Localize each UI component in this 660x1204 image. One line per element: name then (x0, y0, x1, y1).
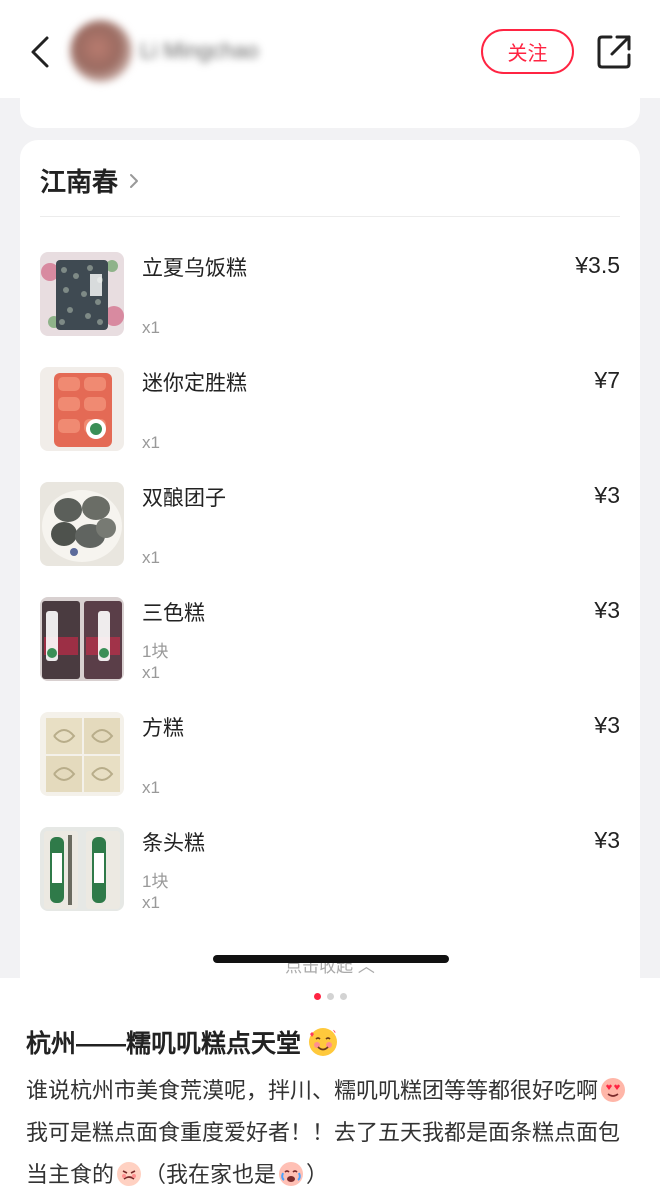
item-name: 方糕 (142, 717, 184, 740)
previous-card-bottom (20, 98, 640, 128)
item-quantity: x1 (142, 663, 160, 682)
post-body-text: 谁说杭州市美食荒漠呢，拌川、糯叽叽糕团等等都很好吃啊 (26, 1078, 599, 1103)
item-name: 条头糕 (142, 832, 205, 855)
list-item[interactable]: 三色糕 ¥3 1块 x1 (40, 597, 620, 687)
follow-button[interactable]: 关注 (481, 29, 574, 74)
item-quantity: x1 (142, 893, 160, 912)
heart-eyes-icon (601, 1078, 626, 1102)
item-spec: 1块 (142, 872, 169, 891)
product-thumbnail (40, 252, 124, 336)
divider (40, 216, 620, 217)
item-price: ¥3 (594, 827, 620, 853)
product-thumbnail (40, 367, 124, 451)
home-indicator[interactable] (213, 955, 449, 963)
list-item[interactable]: 方糕 ¥3 x1 (40, 712, 620, 802)
crying-face-icon (117, 1162, 142, 1186)
store-name: 江南春 (40, 166, 119, 197)
item-price: ¥3.5 (575, 252, 620, 278)
item-name: 双酿团子 (142, 487, 226, 510)
list-item[interactable]: 立夏乌饭糕 ¥3.5 x1 (40, 252, 620, 342)
store-order-card: 江南春 立夏乌饭糕 ¥3.5 x1 迷你定胜糕 ¥7 x1 双酿团子 ¥3 x1… (20, 140, 640, 1000)
product-thumbnail (40, 827, 124, 911)
item-quantity: x1 (142, 433, 160, 452)
item-price: ¥7 (594, 367, 620, 393)
carousel-dot (339, 993, 347, 1000)
post-title: 杭州——糯叽叽糕点天堂 (26, 1024, 341, 1060)
store-link[interactable]: 江南春 (40, 162, 140, 198)
item-spec: 1块 (142, 642, 169, 661)
product-thumbnail (40, 482, 124, 566)
item-name: 三色糕 (142, 602, 205, 625)
post-title-text: 杭州——糯叽叽糕点天堂 (26, 1030, 302, 1058)
carousel-dot (326, 993, 334, 1000)
back-button[interactable] (22, 30, 58, 74)
carousel-dot-active (313, 993, 321, 1000)
product-thumbnail (40, 712, 124, 796)
username[interactable]: Li Mingchao (140, 38, 290, 66)
item-quantity: x1 (142, 318, 160, 337)
chevron-right-icon (130, 174, 139, 188)
product-thumbnail (40, 597, 124, 681)
smiling-face-with-hearts-icon (309, 1028, 338, 1056)
share-button[interactable] (594, 32, 634, 72)
item-name: 立夏乌饭糕 (142, 257, 247, 280)
item-price: ¥3 (594, 597, 620, 623)
list-item[interactable]: 双酿团子 ¥3 x1 (40, 482, 620, 572)
share-icon (597, 35, 631, 69)
list-item[interactable]: 条头糕 ¥3 1块 x1 (40, 827, 620, 917)
back-arrow-icon (31, 36, 49, 68)
item-quantity: x1 (142, 778, 160, 797)
list-item[interactable]: 迷你定胜糕 ¥7 x1 (40, 367, 620, 457)
carousel-indicator (0, 993, 660, 1000)
post-content: 杭州——糯叽叽糕点天堂 谁说杭州市美食荒漠呢，拌川、糯叽叽糕团等等都很好吃啊 我… (0, 978, 660, 1204)
item-name: 迷你定胜糕 (142, 372, 247, 395)
post-body-text: （我在家也是 (144, 1162, 277, 1187)
item-price: ¥3 (594, 712, 620, 738)
item-price: ¥3 (594, 482, 620, 508)
avatar[interactable] (70, 20, 132, 82)
tears-face-icon (279, 1162, 304, 1186)
top-nav-bar: Li Mingchao 关注 (0, 0, 660, 98)
post-body: 谁说杭州市美食荒漠呢，拌川、糯叽叽糕团等等都很好吃啊 我可是糕点面食重度爱好者！… (26, 1070, 638, 1196)
post-body-text: ） (306, 1162, 329, 1187)
item-quantity: x1 (142, 548, 160, 567)
